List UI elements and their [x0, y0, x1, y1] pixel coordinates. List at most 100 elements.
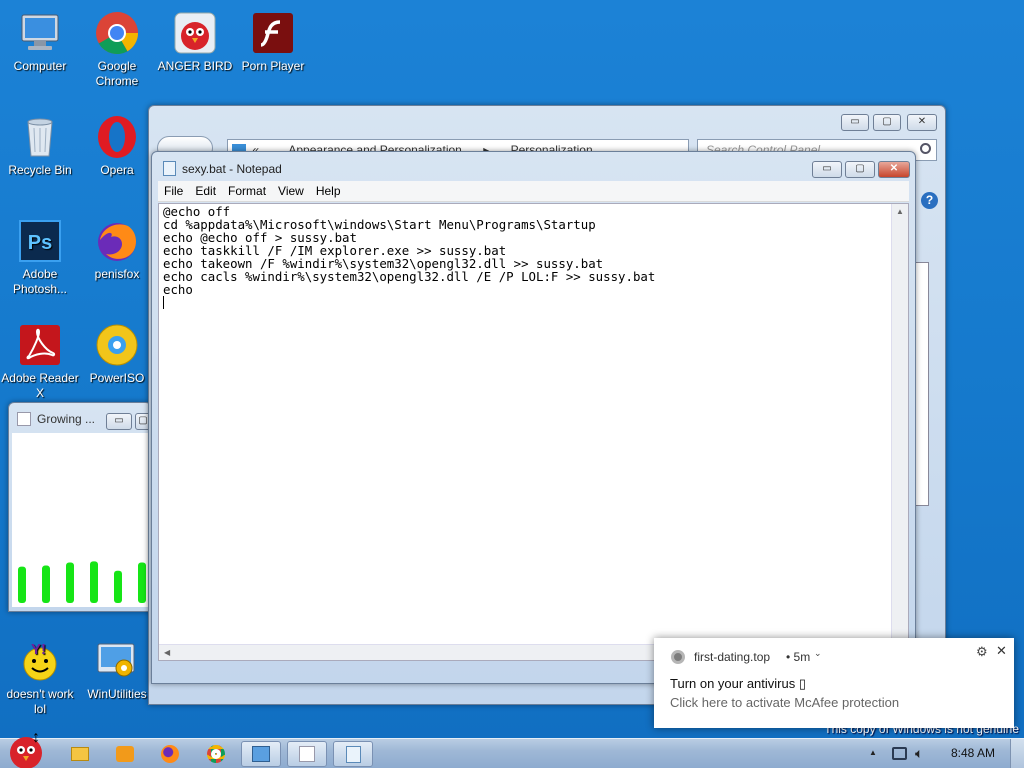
photoshop-icon: Ps [17, 218, 63, 264]
angry-bird-icon [10, 737, 42, 768]
minimize-button[interactable]: ▭ [812, 161, 842, 178]
menu-file[interactable]: File [158, 181, 189, 201]
show-desktop-button[interactable] [1010, 739, 1024, 768]
close-button[interactable]: ✕ [878, 161, 910, 178]
settings-icon[interactable]: ⚙ [976, 644, 988, 660]
desktop-icon-yahoo[interactable]: Y! doesn't work lol [0, 634, 80, 717]
text-editor[interactable]: @echo off cd %appdata%\Microsoft\windows… [158, 203, 909, 661]
desktop-icon-label: Adobe Photosh... [12, 267, 68, 296]
notification-source: first-dating.top [694, 650, 771, 664]
notification-toast[interactable]: first-dating.top • 5m ⌄ ⚙ ✕ Turn on your… [654, 638, 1014, 728]
svg-text:Ps: Ps [28, 232, 52, 254]
desktop-icon-photoshop[interactable]: Ps Adobe Photosh... [0, 214, 80, 297]
desktop-icon-adobe-reader[interactable]: Adobe Reader X [0, 318, 80, 401]
desktop-icon-poweriso[interactable]: PowerISO [77, 318, 157, 386]
control-panel-icon [252, 746, 270, 762]
minimize-button[interactable]: ▭ [841, 114, 869, 131]
desktop-icon-anger-bird[interactable]: ANGER BIRD [155, 6, 235, 74]
desktop-icon-porn-player[interactable]: Porn Player [233, 6, 313, 74]
minimize-button[interactable]: ▭ [106, 413, 132, 430]
folder-icon [71, 747, 89, 761]
window-title: sexy.bat - Notepad [182, 162, 282, 176]
chrome-icon [94, 10, 140, 56]
desktop-icon-label: WinUtilities [87, 687, 147, 701]
notepad-icon [163, 161, 176, 176]
taskbar-chrome[interactable] [196, 741, 236, 767]
desktop-icon-computer[interactable]: Computer [0, 6, 80, 74]
notification-age: • 5m [786, 650, 811, 664]
menu-edit[interactable]: Edit [189, 181, 222, 201]
chevron-down-icon[interactable]: ⌄ [814, 648, 822, 659]
scroll-up-arrow[interactable]: ▲ [892, 204, 908, 216]
desktop-icon-chrome[interactable]: Google Chrome [77, 6, 157, 89]
menu-help[interactable]: Help [310, 181, 347, 201]
green-bar [42, 565, 50, 603]
desktop-icon-winutilities[interactable]: WinUtilities [77, 634, 157, 702]
search-icon [920, 143, 931, 154]
app-icon [17, 412, 31, 426]
desktop-icon-label: Adobe Reader X [1, 371, 79, 400]
growing-window[interactable]: Growing ... ▭ ▢ [8, 402, 152, 612]
notification-title: Turn on your antivirus ▯ [670, 676, 807, 691]
winutilities-icon [94, 638, 140, 684]
volume-icon[interactable]: 🔈︎ [915, 745, 923, 762]
help-icon[interactable]: ? [921, 192, 938, 209]
growing-window-title: Growing ... [37, 412, 96, 426]
desktop-icon-label: penisfox [94, 267, 140, 281]
firefox-icon [94, 218, 140, 264]
menu-format[interactable]: Format [222, 181, 272, 201]
desktop-icon-label: Opera [100, 163, 134, 177]
chrome-icon [207, 745, 225, 763]
taskbar-explorer[interactable] [60, 741, 100, 767]
maximize-button[interactable]: ▢ [845, 161, 875, 178]
green-bar [114, 570, 122, 603]
content-pane [915, 262, 929, 506]
tray-overflow-arrow[interactable]: ▲ [869, 748, 877, 757]
start-button[interactable] [6, 731, 46, 768]
taskbar-growing-window[interactable] [287, 741, 327, 767]
maximize-button[interactable]: ▢ [873, 114, 901, 131]
desktop-icon-penisfox[interactable]: penisfox [77, 214, 157, 282]
notepad-window[interactable]: sexy.bat - Notepad ▭ ▢ ✕ File Edit Format V… [151, 151, 916, 684]
window-icon [299, 746, 315, 762]
desktop-icon-label: PowerISO [89, 371, 145, 385]
green-bar [66, 562, 74, 603]
media-player-icon [116, 746, 134, 762]
text-caret [163, 296, 164, 309]
svg-text:Y!: Y! [31, 641, 46, 658]
network-icon[interactable] [892, 747, 907, 760]
clock[interactable]: 8:48 AM [951, 746, 995, 760]
desktop-icon-label: Recycle Bin [8, 163, 72, 177]
flash-player-icon [250, 10, 296, 56]
vertical-scrollbar[interactable]: ▲ [891, 204, 908, 644]
taskbar-notepad[interactable] [333, 741, 373, 767]
green-bar [18, 566, 26, 603]
desktop-icon-label: ANGER BIRD [157, 59, 233, 73]
green-bar [138, 562, 146, 603]
taskbar: ↕ ▲ 🔈︎ 8:48 AM [0, 729, 1024, 768]
computer-icon [17, 10, 63, 56]
menu-bar: File Edit Format View Help [158, 181, 909, 202]
desktop-icon-label: Google Chrome [95, 59, 139, 88]
notepad-icon [345, 745, 361, 763]
close-button[interactable]: ✕ [907, 114, 937, 131]
desktop-icon-label: Porn Player [241, 59, 305, 73]
opera-icon [94, 114, 140, 160]
desktop: Computer Google Chrome ANGER BIRD Porn P… [0, 0, 1024, 738]
poweriso-icon [94, 322, 140, 368]
taskbar-firefox[interactable] [150, 741, 190, 767]
notification-body: Click here to activate McAfee protection [670, 695, 900, 710]
green-bars [18, 561, 146, 603]
chrome-icon [671, 650, 685, 664]
watermark-edge [1016, 688, 1022, 718]
firefox-icon [161, 745, 179, 763]
desktop-icon-opera[interactable]: Opera [77, 110, 157, 178]
desktop-icon-recycle-bin[interactable]: Recycle Bin [0, 110, 80, 178]
close-icon[interactable]: ✕ [996, 643, 1007, 659]
taskbar-media-player[interactable] [105, 741, 145, 767]
editor-content[interactable]: @echo off cd %appdata%\Microsoft\windows… [163, 205, 655, 296]
taskbar-control-panel[interactable] [241, 741, 281, 767]
mouse-cursor: ↕ [32, 729, 40, 746]
menu-view[interactable]: View [272, 181, 310, 201]
green-bar [90, 561, 98, 603]
